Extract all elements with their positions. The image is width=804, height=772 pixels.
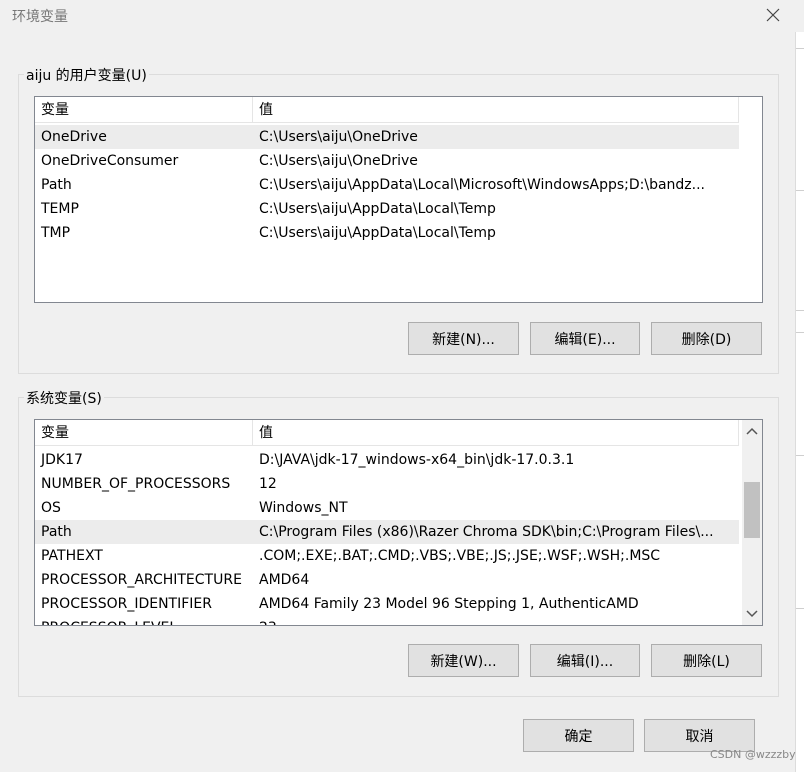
variable-name: PATHEXT: [41, 548, 103, 564]
variable-name: PROCESSOR_ARCHITECTURE: [41, 572, 242, 588]
list-item[interactable]: NUMBER_OF_PROCESSORS 12: [35, 472, 739, 496]
system-list-rows: JDK17 D:\JAVA\jdk-17_windows-x64_bin\jdk-…: [35, 448, 739, 625]
variable-name: PROCESSOR_IDENTIFIER: [41, 596, 212, 612]
chevron-down-icon: [746, 610, 758, 618]
ok-button[interactable]: 确定: [523, 719, 634, 752]
variable-value: C:\Users\aiju\AppData\Local\Temp: [259, 201, 496, 217]
variable-name: OS: [41, 500, 61, 516]
list-item[interactable]: OneDrive C:\Users\aiju\OneDrive: [35, 125, 739, 149]
column-header-variable[interactable]: 变量: [35, 420, 253, 446]
variable-name: PROCESSOR_LEVEL: [35, 620, 253, 625]
variable-value: C:\Users\aiju\OneDrive: [259, 153, 418, 169]
variable-value: D:\JAVA\jdk-17_windows-x64_bin\jdk-17.0.…: [259, 452, 575, 468]
list-item[interactable]: Path C:\Users\aiju\AppData\Local\Microsof…: [35, 173, 739, 197]
list-item[interactable]: PROCESSOR_IDENTIFIER AMD64 Family 23 Mode…: [35, 592, 739, 616]
variable-name: Path: [41, 524, 72, 540]
variable-name: Path: [41, 177, 72, 193]
variable-name: TEMP: [41, 201, 79, 217]
window-title: 环境变量: [12, 9, 68, 25]
scroll-up-button[interactable]: [742, 422, 762, 440]
variable-value: 23: [253, 620, 739, 625]
watermark-text: CSDN @wzzzby: [710, 748, 796, 761]
system-edit-button[interactable]: 编辑(I)...: [530, 644, 640, 677]
background-window-edge: [795, 0, 804, 772]
list-item[interactable]: PATHEXT .COM;.EXE;.BAT;.CMD;.VBS;.VBE;.JS…: [35, 544, 739, 568]
user-delete-button[interactable]: 删除(D): [651, 322, 762, 355]
variable-value: Windows_NT: [259, 500, 348, 516]
column-header-value[interactable]: 值: [253, 97, 739, 123]
user-list-header: 变量 值: [35, 97, 739, 123]
system-variables-label: 系统变量(S): [24, 388, 104, 408]
title-bar: 环境变量: [0, 0, 804, 32]
variable-name: TMP: [41, 225, 71, 241]
variable-name: OneDriveConsumer: [41, 153, 179, 169]
user-new-button[interactable]: 新建(N)...: [408, 322, 519, 355]
scroll-thumb[interactable]: [744, 482, 760, 538]
variable-name: OneDrive: [41, 129, 107, 145]
variable-value: C:\Program Files (x86)\Razer Chroma SDK\…: [259, 524, 714, 540]
chevron-up-icon: [746, 427, 758, 435]
list-item[interactable]: OneDriveConsumer C:\Users\aiju\OneDrive: [35, 149, 739, 173]
list-item[interactable]: Path C:\Program Files (x86)\Razer Chroma …: [35, 520, 739, 544]
user-variables-label: aiju 的用户变量(U): [24, 65, 149, 85]
variable-name: NUMBER_OF_PROCESSORS: [41, 476, 231, 492]
system-list-scrollbar[interactable]: [742, 420, 762, 625]
system-new-button[interactable]: 新建(W)...: [408, 644, 519, 677]
list-item[interactable]: PROCESSOR_LEVEL23: [35, 616, 739, 625]
list-item[interactable]: TMP C:\Users\aiju\AppData\Local\Temp: [35, 221, 739, 245]
user-variables-list[interactable]: 变量 值 OneDrive C:\Users\aiju\OneDrive OneDr…: [34, 96, 763, 303]
list-item[interactable]: TEMP C:\Users\aiju\AppData\Local\Temp: [35, 197, 739, 221]
variable-value: 12: [259, 476, 277, 492]
system-delete-button[interactable]: 删除(L): [651, 644, 762, 677]
variable-value: C:\Users\aiju\OneDrive: [259, 129, 418, 145]
list-item[interactable]: OS Windows_NT: [35, 496, 739, 520]
variable-value: C:\Users\aiju\AppData\Local\Microsoft\Wi…: [259, 177, 705, 193]
variable-value: AMD64: [259, 572, 310, 588]
list-item[interactable]: JDK17 D:\JAVA\jdk-17_windows-x64_bin\jdk-…: [35, 448, 739, 472]
variable-value: AMD64 Family 23 Model 96 Stepping 1, Aut…: [259, 596, 639, 612]
user-edit-button[interactable]: 编辑(E)...: [530, 322, 640, 355]
variable-name: JDK17: [41, 452, 83, 468]
close-icon: [766, 8, 780, 22]
list-item[interactable]: PROCESSOR_ARCHITECTURE AMD64: [35, 568, 739, 592]
column-header-value[interactable]: 值: [253, 420, 739, 446]
variable-value: C:\Users\aiju\AppData\Local\Temp: [259, 225, 496, 241]
variable-value: .COM;.EXE;.BAT;.CMD;.VBS;.VBE;.JS;.JSE;.…: [259, 548, 661, 564]
user-list-rows: OneDrive C:\Users\aiju\OneDrive OneDriveCo…: [35, 125, 739, 245]
column-header-variable[interactable]: 变量: [35, 97, 253, 123]
system-variables-list[interactable]: 变量 值 JDK17 D:\JAVA\jdk-17_windows-x64_bin…: [34, 419, 763, 626]
close-button[interactable]: [756, 0, 790, 30]
system-list-header: 变量 值: [35, 420, 739, 446]
scroll-down-button[interactable]: [742, 605, 762, 623]
